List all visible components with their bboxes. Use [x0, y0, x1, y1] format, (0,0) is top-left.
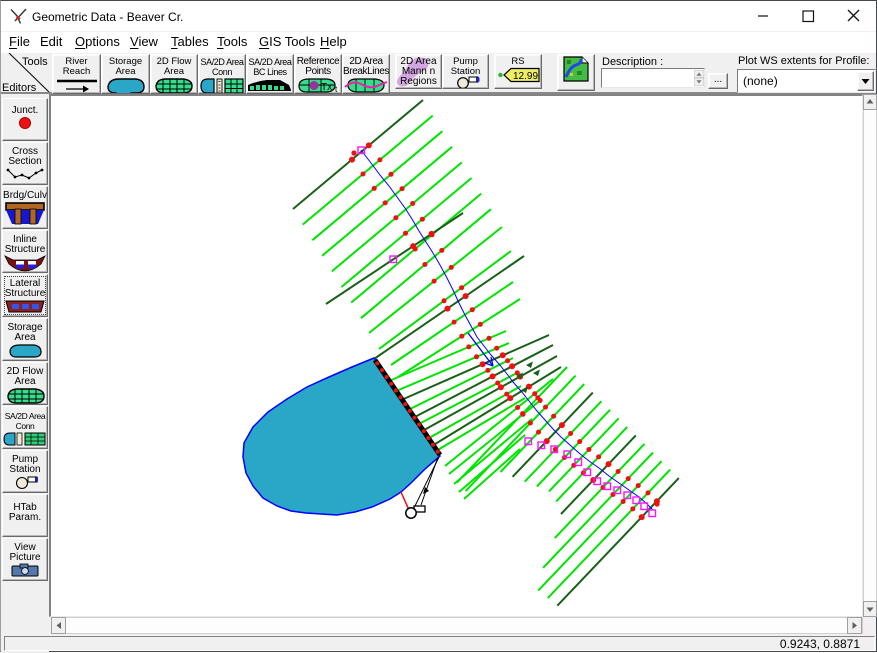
svg-text:t: t [335, 85, 338, 94]
svg-text:12.99: 12.99 [513, 71, 538, 82]
svg-text:Tools: Tools [22, 56, 48, 68]
svg-text:Editors: Editors [2, 82, 37, 92]
svg-text:Tx: Tx [321, 82, 332, 93]
